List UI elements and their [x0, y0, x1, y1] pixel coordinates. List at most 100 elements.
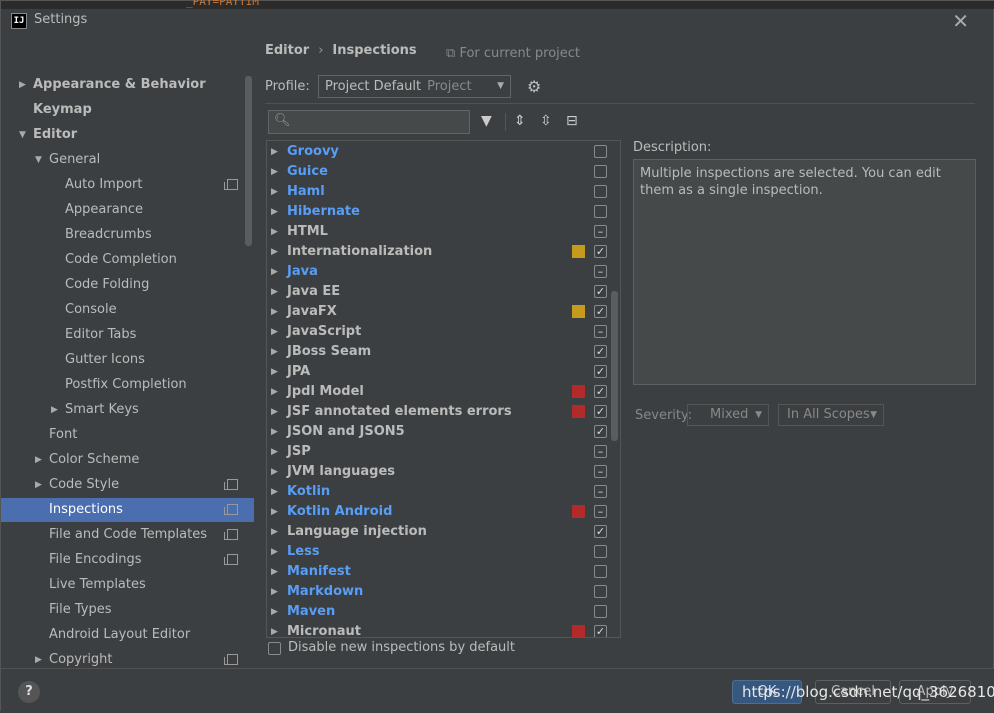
chevron-right-icon[interactable]: ▶: [271, 202, 278, 222]
sidebar-item[interactable]: Live Templates: [1, 573, 254, 597]
inspections-scrollbar[interactable]: [611, 291, 618, 441]
chevron-right-icon[interactable]: ▶: [271, 462, 278, 482]
gear-icon[interactable]: ⚙: [527, 77, 541, 96]
chevron-right-icon[interactable]: ▶: [271, 542, 278, 562]
inspection-row[interactable]: ▶ Internationalization ✓: [267, 242, 612, 262]
chevron-right-icon[interactable]: ▶: [271, 602, 278, 622]
disable-new-inspections-checkbox[interactable]: [268, 642, 281, 655]
inspection-row[interactable]: ▶ Manifest: [267, 562, 612, 582]
inspection-checkbox[interactable]: [594, 165, 607, 178]
inspection-checkbox[interactable]: ✓: [594, 345, 607, 358]
chevron-right-icon[interactable]: ▶: [35, 473, 42, 497]
sidebar-item[interactable]: Editor Tabs: [1, 323, 254, 347]
inspection-checkbox[interactable]: –: [594, 265, 607, 278]
inspection-row[interactable]: ▶ Java EE ✓: [267, 282, 612, 302]
breadcrumb-editor[interactable]: Editor: [265, 43, 309, 58]
filter-icon[interactable]: ▼: [481, 113, 492, 129]
chevron-right-icon[interactable]: ▶: [271, 402, 278, 422]
chevron-right-icon[interactable]: ▶: [271, 582, 278, 602]
inspection-checkbox[interactable]: ✓: [594, 525, 607, 538]
inspection-checkbox[interactable]: ✓: [594, 365, 607, 378]
chevron-right-icon[interactable]: ▶: [271, 282, 278, 302]
inspection-row[interactable]: ▶ Haml: [267, 182, 612, 202]
chevron-right-icon[interactable]: ▶: [271, 382, 278, 402]
inspection-checkbox[interactable]: ✓: [594, 405, 607, 418]
chevron-right-icon[interactable]: ▶: [271, 342, 278, 362]
chevron-right-icon[interactable]: ▶: [271, 422, 278, 442]
inspection-row[interactable]: ▶ Jpdl Model ✓: [267, 382, 612, 402]
chevron-right-icon[interactable]: ▶: [271, 322, 278, 342]
chevron-right-icon[interactable]: ▶: [271, 182, 278, 202]
inspection-row[interactable]: ▶ Markdown: [267, 582, 612, 602]
sidebar-item[interactable]: Font: [1, 423, 254, 447]
inspection-row[interactable]: ▶ Kotlin –: [267, 482, 612, 502]
sidebar-item[interactable]: File Encodings: [1, 548, 254, 572]
inspection-checkbox[interactable]: ✓: [594, 625, 607, 637]
chevron-right-icon[interactable]: ▶: [271, 302, 278, 322]
inspection-checkbox[interactable]: –: [594, 465, 607, 478]
inspection-checkbox[interactable]: ✓: [594, 385, 607, 398]
reset-icon[interactable]: ⊟: [566, 113, 578, 129]
scope-select[interactable]: In All Scopes ▼: [778, 404, 884, 426]
sidebar-item[interactable]: Inspections: [1, 498, 254, 522]
chevron-right-icon[interactable]: ▶: [51, 398, 58, 422]
inspection-row[interactable]: ▶ Hibernate: [267, 202, 612, 222]
inspection-row[interactable]: ▶ JVM languages –: [267, 462, 612, 482]
inspection-row[interactable]: ▶ JPA ✓: [267, 362, 612, 382]
sidebar-item[interactable]: ▶ Appearance & Behavior: [1, 73, 254, 97]
chevron-right-icon[interactable]: ▶: [19, 73, 26, 97]
sidebar-item[interactable]: File and Code Templates: [1, 523, 254, 547]
sidebar-item[interactable]: Keymap: [1, 98, 254, 122]
inspection-row[interactable]: ▶ HTML –: [267, 222, 612, 242]
inspection-checkbox[interactable]: –: [594, 325, 607, 338]
close-icon[interactable]: ✕: [952, 9, 969, 33]
inspection-checkbox[interactable]: [594, 205, 607, 218]
chevron-down-icon[interactable]: ▼: [19, 123, 26, 147]
sidebar-item[interactable]: Postfix Completion: [1, 373, 254, 397]
chevron-right-icon[interactable]: ▶: [271, 622, 278, 637]
chevron-right-icon[interactable]: ▶: [271, 362, 278, 382]
expand-all-icon[interactable]: ⇕: [514, 113, 526, 129]
chevron-right-icon[interactable]: ▶: [271, 482, 278, 502]
inspection-row[interactable]: ▶ JavaFX ✓: [267, 302, 612, 322]
inspection-filter-input[interactable]: 🔍︎: [268, 110, 470, 134]
inspection-checkbox[interactable]: ✓: [594, 425, 607, 438]
inspection-checkbox[interactable]: [594, 565, 607, 578]
inspection-row[interactable]: ▶ Maven: [267, 602, 612, 622]
chevron-down-icon[interactable]: ▼: [35, 148, 42, 172]
chevron-right-icon[interactable]: ▶: [271, 242, 278, 262]
inspection-checkbox[interactable]: [594, 585, 607, 598]
sidebar-item[interactable]: Breadcrumbs: [1, 223, 254, 247]
inspection-checkbox[interactable]: [594, 605, 607, 618]
inspection-checkbox[interactable]: [594, 145, 607, 158]
sidebar-item[interactable]: Code Folding: [1, 273, 254, 297]
inspection-row[interactable]: ▶ Language injection ✓: [267, 522, 612, 542]
chevron-right-icon[interactable]: ▶: [271, 222, 278, 242]
inspection-row[interactable]: ▶ JSON and JSON5 ✓: [267, 422, 612, 442]
inspection-row[interactable]: ▶ Guice: [267, 162, 612, 182]
inspection-row[interactable]: ▶ JavaScript –: [267, 322, 612, 342]
inspection-checkbox[interactable]: ✓: [594, 245, 607, 258]
sidebar-item[interactable]: ▼ Editor: [1, 123, 254, 147]
inspection-row[interactable]: ▶ JSP –: [267, 442, 612, 462]
sidebar-item[interactable]: ▶ Smart Keys: [1, 398, 254, 422]
sidebar-scrollbar[interactable]: [245, 76, 252, 246]
sidebar-item[interactable]: Console: [1, 298, 254, 322]
collapse-all-icon[interactable]: ⇳: [540, 113, 552, 129]
sidebar-item[interactable]: Auto Import: [1, 173, 254, 197]
chevron-right-icon[interactable]: ▶: [35, 448, 42, 472]
inspection-row[interactable]: ▶ JBoss Seam ✓: [267, 342, 612, 362]
sidebar-item[interactable]: Android Layout Editor: [1, 623, 254, 647]
sidebar-item[interactable]: Appearance: [1, 198, 254, 222]
inspection-checkbox[interactable]: –: [594, 225, 607, 238]
sidebar-item[interactable]: File Types: [1, 598, 254, 622]
inspection-checkbox[interactable]: [594, 545, 607, 558]
inspection-checkbox[interactable]: –: [594, 445, 607, 458]
inspection-row[interactable]: ▶ Kotlin Android –: [267, 502, 612, 522]
help-button[interactable]: ?: [18, 681, 40, 703]
sidebar-item[interactable]: ▼ General: [1, 148, 254, 172]
sidebar-item[interactable]: ▶ Color Scheme: [1, 448, 254, 472]
chevron-right-icon[interactable]: ▶: [271, 522, 278, 542]
inspection-checkbox[interactable]: ✓: [594, 285, 607, 298]
inspection-checkbox[interactable]: –: [594, 505, 607, 518]
